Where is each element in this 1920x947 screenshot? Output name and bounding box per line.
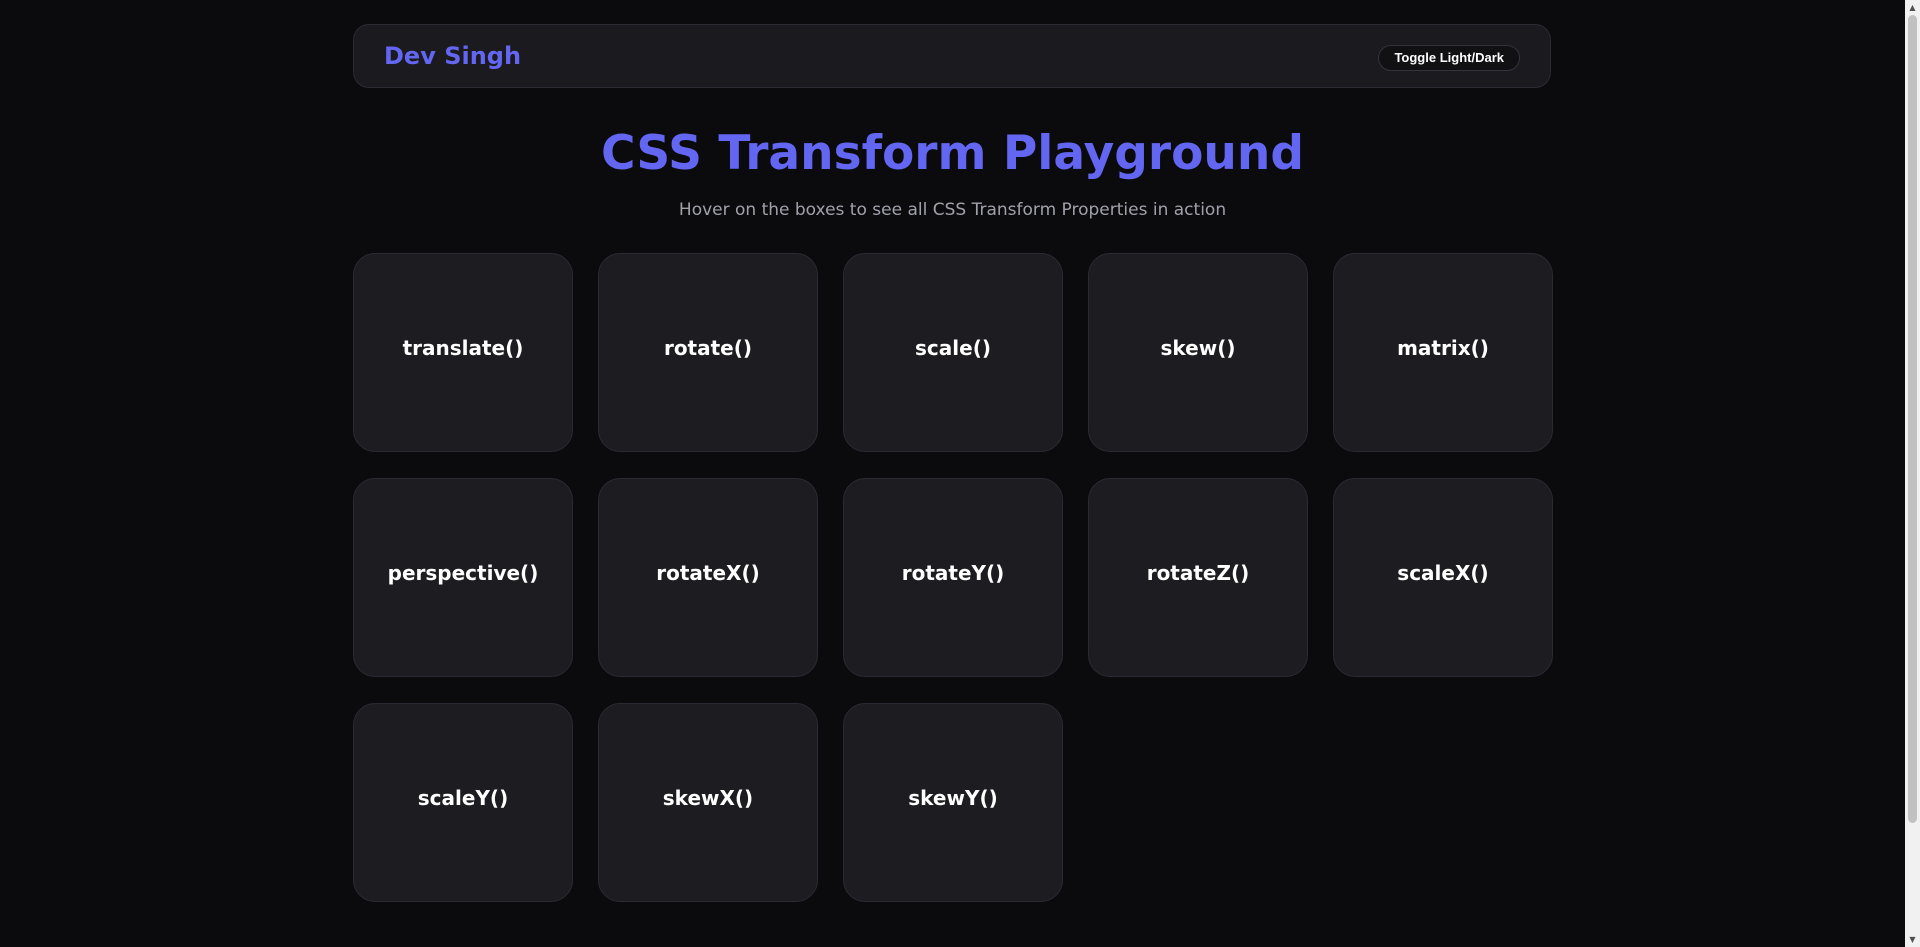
card-label: skewX() [662,785,754,810]
card-label: rotateZ() [1146,560,1250,585]
transform-card-grid: translate() rotate() scale() skew() matr… [353,253,1553,902]
brand-name[interactable]: Dev Singh [384,41,521,71]
card-matrix[interactable]: matrix() [1333,253,1553,452]
card-label: translate() [402,335,524,360]
card-label: perspective() [387,560,539,585]
card-rotatex[interactable]: rotateX() [598,478,818,677]
card-label: scaleX() [1397,560,1489,585]
card-label: matrix() [1397,335,1489,360]
scroll-up-arrow-icon[interactable]: ▲ [1905,0,1920,15]
card-rotate[interactable]: rotate() [598,253,818,452]
card-label: skewY() [908,785,998,810]
card-scale[interactable]: scale() [843,253,1063,452]
card-skewy[interactable]: skewY() [843,703,1063,902]
vertical-scrollbar[interactable]: ▲ ▼ [1905,0,1920,947]
card-label: scale() [915,335,991,360]
card-label: skew() [1160,335,1236,360]
card-rotatez[interactable]: rotateZ() [1088,478,1308,677]
card-perspective[interactable]: perspective() [353,478,573,677]
page-title: CSS Transform Playground [601,126,1304,181]
card-label: scaleY() [417,785,509,810]
card-skewx[interactable]: skewX() [598,703,818,902]
card-label: rotate() [663,335,753,360]
scrollbar-thumb[interactable] [1908,15,1917,823]
page-subtitle: Hover on the boxes to see all CSS Transf… [678,200,1227,220]
card-scaley[interactable]: scaleY() [353,703,573,902]
theme-toggle-button[interactable]: Toggle Light/Dark [1378,45,1520,71]
scroll-down-arrow-icon[interactable]: ▼ [1905,932,1920,947]
navbar: Dev Singh Toggle Light/Dark [353,24,1551,88]
card-label: rotateY() [901,560,1005,585]
card-translate[interactable]: translate() [353,253,573,452]
card-skew[interactable]: skew() [1088,253,1308,452]
card-rotatey[interactable]: rotateY() [843,478,1063,677]
card-scalex[interactable]: scaleX() [1333,478,1553,677]
page: Dev Singh Toggle Light/Dark CSS Transfor… [0,0,1920,947]
card-label: rotateX() [656,560,760,585]
